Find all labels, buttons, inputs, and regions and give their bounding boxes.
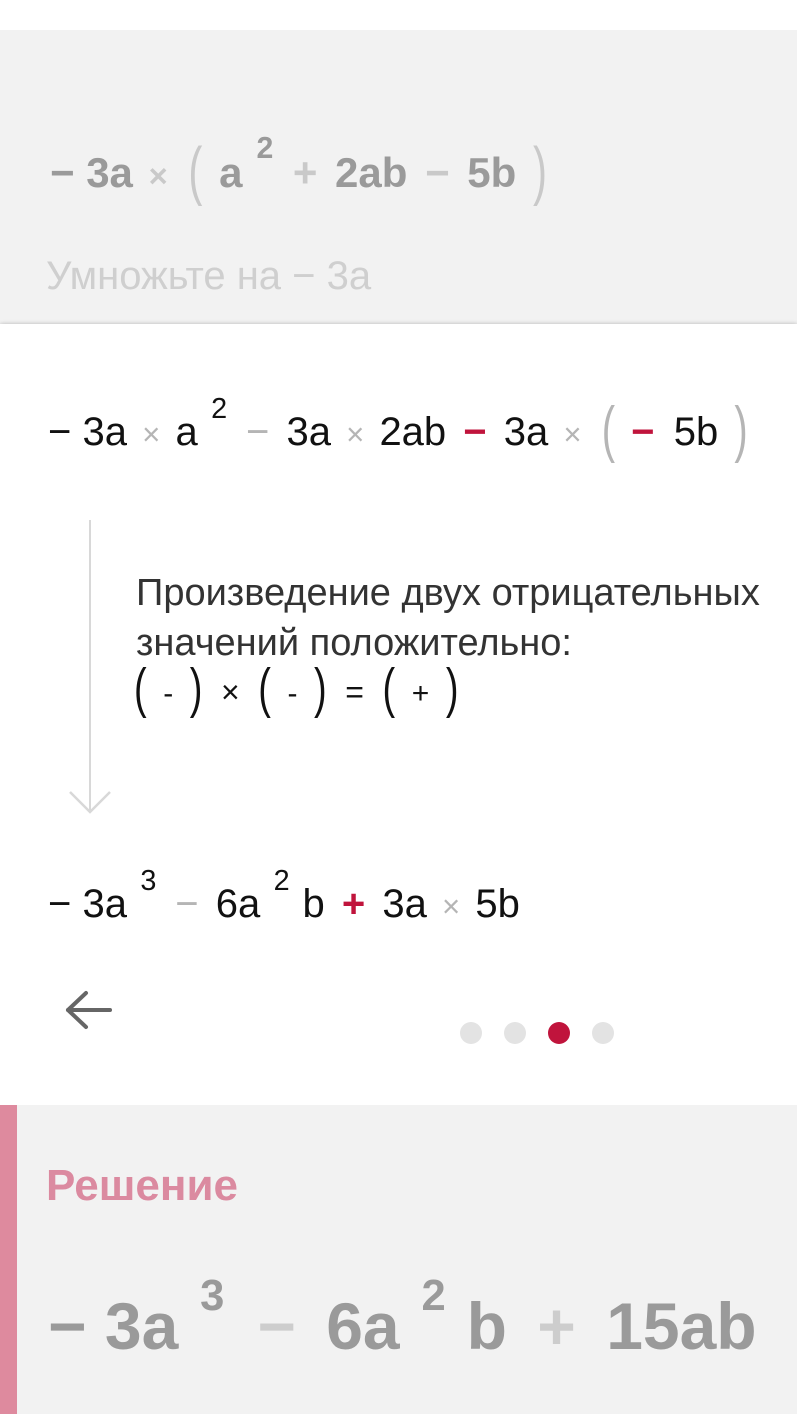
previous-step-hint: Умножьте на − 3a: [46, 254, 372, 298]
flow-arrow-line: [89, 520, 91, 810]
step-detail-card: − 3a × a 2 − 3a × 2ab − 3a × ( − 5b ) Пр…: [0, 324, 797, 1105]
explanation-line-1: Произведение двух отрицательных: [136, 572, 760, 614]
pagination-dot-active[interactable]: [548, 1022, 570, 1044]
status-strip: [0, 0, 797, 30]
previous-step-card[interactable]: − 3a × ( a 2 + 2ab − 5b ) Умножьте на − …: [0, 30, 797, 324]
solution-expression: − 3a 3 − 6a 2 b + 15ab: [48, 1271, 757, 1363]
arrow-down-icon: [69, 791, 111, 814]
solution-accent-bar: [0, 1105, 17, 1414]
previous-expression: − 3a × ( a 2 + 2ab − 5b ): [50, 132, 547, 207]
step-expression-after: − 3a 3 − 6a 2 b + 3a × 5b: [48, 864, 520, 926]
arrow-left-icon[interactable]: [60, 988, 116, 1032]
solution-title: Решение: [46, 1161, 238, 1210]
step-expression-before: − 3a × a 2 − 3a × 2ab − 3a × ( − 5b ): [48, 392, 748, 464]
pagination-dot[interactable]: [460, 1022, 482, 1044]
solution-panel: Решение − 3a 3 − 6a 2 b + 15ab: [0, 1105, 797, 1414]
step-explanation: Произведение двух отрицательных значений…: [136, 568, 760, 668]
sign-rule: ( - ) × ( - ) = ( + ): [134, 658, 459, 720]
pagination-dot[interactable]: [504, 1022, 526, 1044]
pagination-dot[interactable]: [592, 1022, 614, 1044]
